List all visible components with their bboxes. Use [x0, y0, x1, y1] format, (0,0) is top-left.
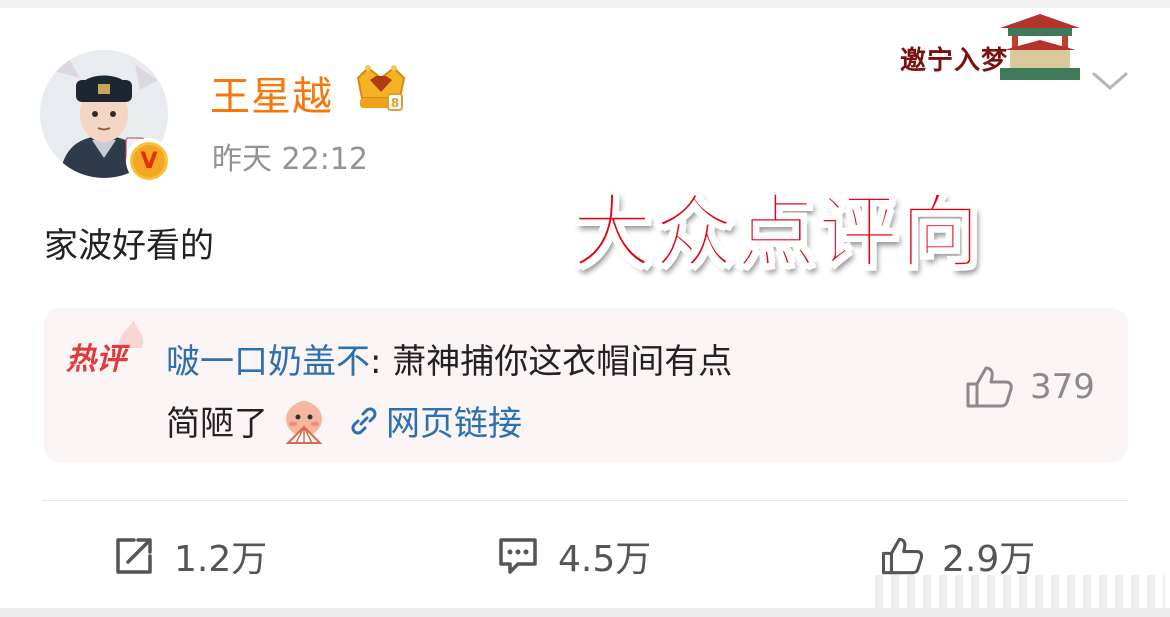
hot-comment-separator: :: [370, 342, 393, 382]
logo-text: 邀宁入梦: [900, 46, 1009, 76]
hot-comment-tag: 热评: [66, 342, 126, 377]
chevron-down-icon[interactable]: [1090, 68, 1130, 94]
hot-comment-line2: 简陋了 网页链接: [166, 396, 522, 445]
repost-count: 1.2万: [174, 539, 268, 580]
hot-comment-line1: 啵一口奶盖不: 萧神捕你这衣帽间有点: [166, 334, 732, 383]
verified-badge-icon: V: [126, 138, 172, 184]
web-link[interactable]: 网页链接: [386, 396, 522, 445]
emoji-icon: [285, 400, 323, 444]
post-text: 家波好看的: [44, 226, 214, 266]
hot-comment-text-1: 萧神捕你这衣帽间有点: [392, 342, 733, 382]
username[interactable]: 王星越: [210, 64, 333, 122]
overlay-title: 大众点评向: [571, 185, 982, 280]
repost-button[interactable]: 1.2万: [112, 530, 267, 582]
hot-comment-author[interactable]: 啵一口奶盖不: [166, 342, 370, 382]
thumbs-up-icon: [966, 366, 1013, 408]
bottom-shade: [0, 608, 1170, 617]
hot-comment-text-2: 简陋了: [166, 404, 268, 444]
vip-crown-icon[interactable]: 8: [352, 64, 410, 112]
comment-button[interactable]: 4.5万: [496, 530, 651, 582]
comment-count: 4.5万: [558, 539, 652, 580]
post-timestamp: 昨天 22:12: [212, 142, 368, 177]
link-icon[interactable]: [346, 403, 382, 439]
top-shade: [0, 0, 1170, 8]
hot-comment-card[interactable]: 热评 啵一口奶盖不: 萧神捕你这衣帽间有点 简陋了 网页链接 379: [44, 308, 1128, 462]
hot-comment-like-count: 379: [1030, 367, 1095, 407]
svg-text:8: 8: [391, 96, 399, 110]
hot-comment-like-button[interactable]: 379: [964, 364, 1095, 410]
divider: [42, 500, 1128, 501]
repost-icon: [116, 538, 152, 574]
watermark: [875, 575, 1165, 611]
thumbs-up-icon: [881, 537, 924, 575]
logo: 邀宁入梦: [900, 10, 1090, 82]
comment-icon: [499, 538, 537, 574]
